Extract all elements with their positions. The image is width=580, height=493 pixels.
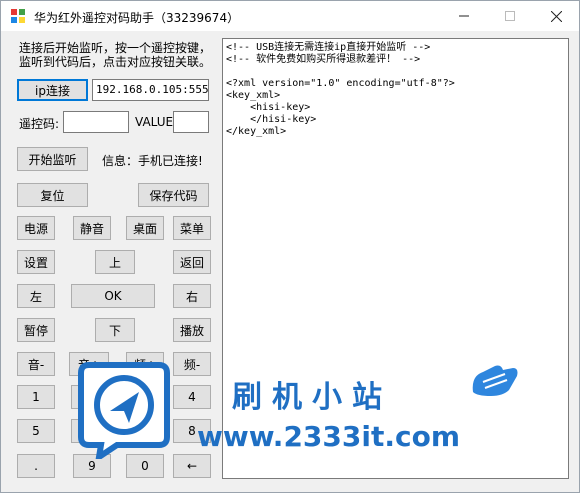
maximize-button[interactable] xyxy=(487,1,533,31)
minimize-button[interactable] xyxy=(441,1,487,31)
key-left[interactable]: 左 xyxy=(17,284,55,308)
key-ok[interactable]: OK xyxy=(71,284,155,308)
key-5[interactable]: 5 xyxy=(17,419,55,443)
key-right[interactable]: 右 xyxy=(173,284,211,308)
reset-button[interactable]: 复位 xyxy=(17,183,88,207)
value-input[interactable] xyxy=(173,111,209,133)
maximize-icon xyxy=(505,11,515,21)
key-pause[interactable]: 暂停 xyxy=(17,318,55,342)
key-backspace[interactable]: ← xyxy=(173,454,211,478)
remote-code-label: 遥控码: xyxy=(19,117,60,131)
key-up[interactable]: 上 xyxy=(95,250,135,274)
key-play[interactable]: 播放 xyxy=(173,318,211,342)
key-channel-down[interactable]: 频- xyxy=(173,352,211,376)
ip-connect-button[interactable]: ip连接 xyxy=(17,79,88,101)
value-label: VALUE: xyxy=(135,115,178,129)
minimize-icon xyxy=(459,15,469,17)
remote-code-input[interactable] xyxy=(63,111,129,133)
window-title: 华为红外遥控对码助手（33239674） xyxy=(34,11,240,25)
info-status-text: 信息：手机已连接! xyxy=(102,154,203,168)
key-power[interactable]: 电源 xyxy=(17,216,55,240)
watermark-logo xyxy=(78,362,170,459)
instruction-text: 连接后开始监听，按一个遥控按键，监听到代码后，点击对应按钮关联。 xyxy=(19,41,212,69)
start-listen-button[interactable]: 开始监听 xyxy=(17,147,88,171)
close-icon xyxy=(550,10,562,22)
key-menu[interactable]: 菜单 xyxy=(173,216,211,240)
watermark-title: 刷机小站 xyxy=(232,380,392,415)
key-dot[interactable]: . xyxy=(17,454,55,478)
watermark-url: www.2333it.com xyxy=(197,420,461,453)
key-mute[interactable]: 静音 xyxy=(73,216,111,240)
save-code-button[interactable]: 保存代码 xyxy=(138,183,209,207)
key-4[interactable]: 4 xyxy=(173,385,211,409)
app-icon xyxy=(11,9,25,23)
key-1[interactable]: 1 xyxy=(17,385,55,409)
key-settings[interactable]: 设置 xyxy=(17,250,55,274)
title-bar: 华为红外遥控对码助手（33239674） xyxy=(1,1,579,31)
key-back[interactable]: 返回 xyxy=(173,250,211,274)
key-desktop[interactable]: 桌面 xyxy=(126,216,164,240)
key-down[interactable]: 下 xyxy=(95,318,135,342)
ip-address-input[interactable]: 192.168.0.105:5555 xyxy=(92,79,209,101)
app-window: 华为红外遥控对码助手（33239674） 连接后开始监听，按一个遥控按键，监听到… xyxy=(0,0,580,493)
close-button[interactable] xyxy=(533,1,579,31)
watermark-hand-icon xyxy=(472,365,518,396)
key-volume-down[interactable]: 音- xyxy=(17,352,55,376)
